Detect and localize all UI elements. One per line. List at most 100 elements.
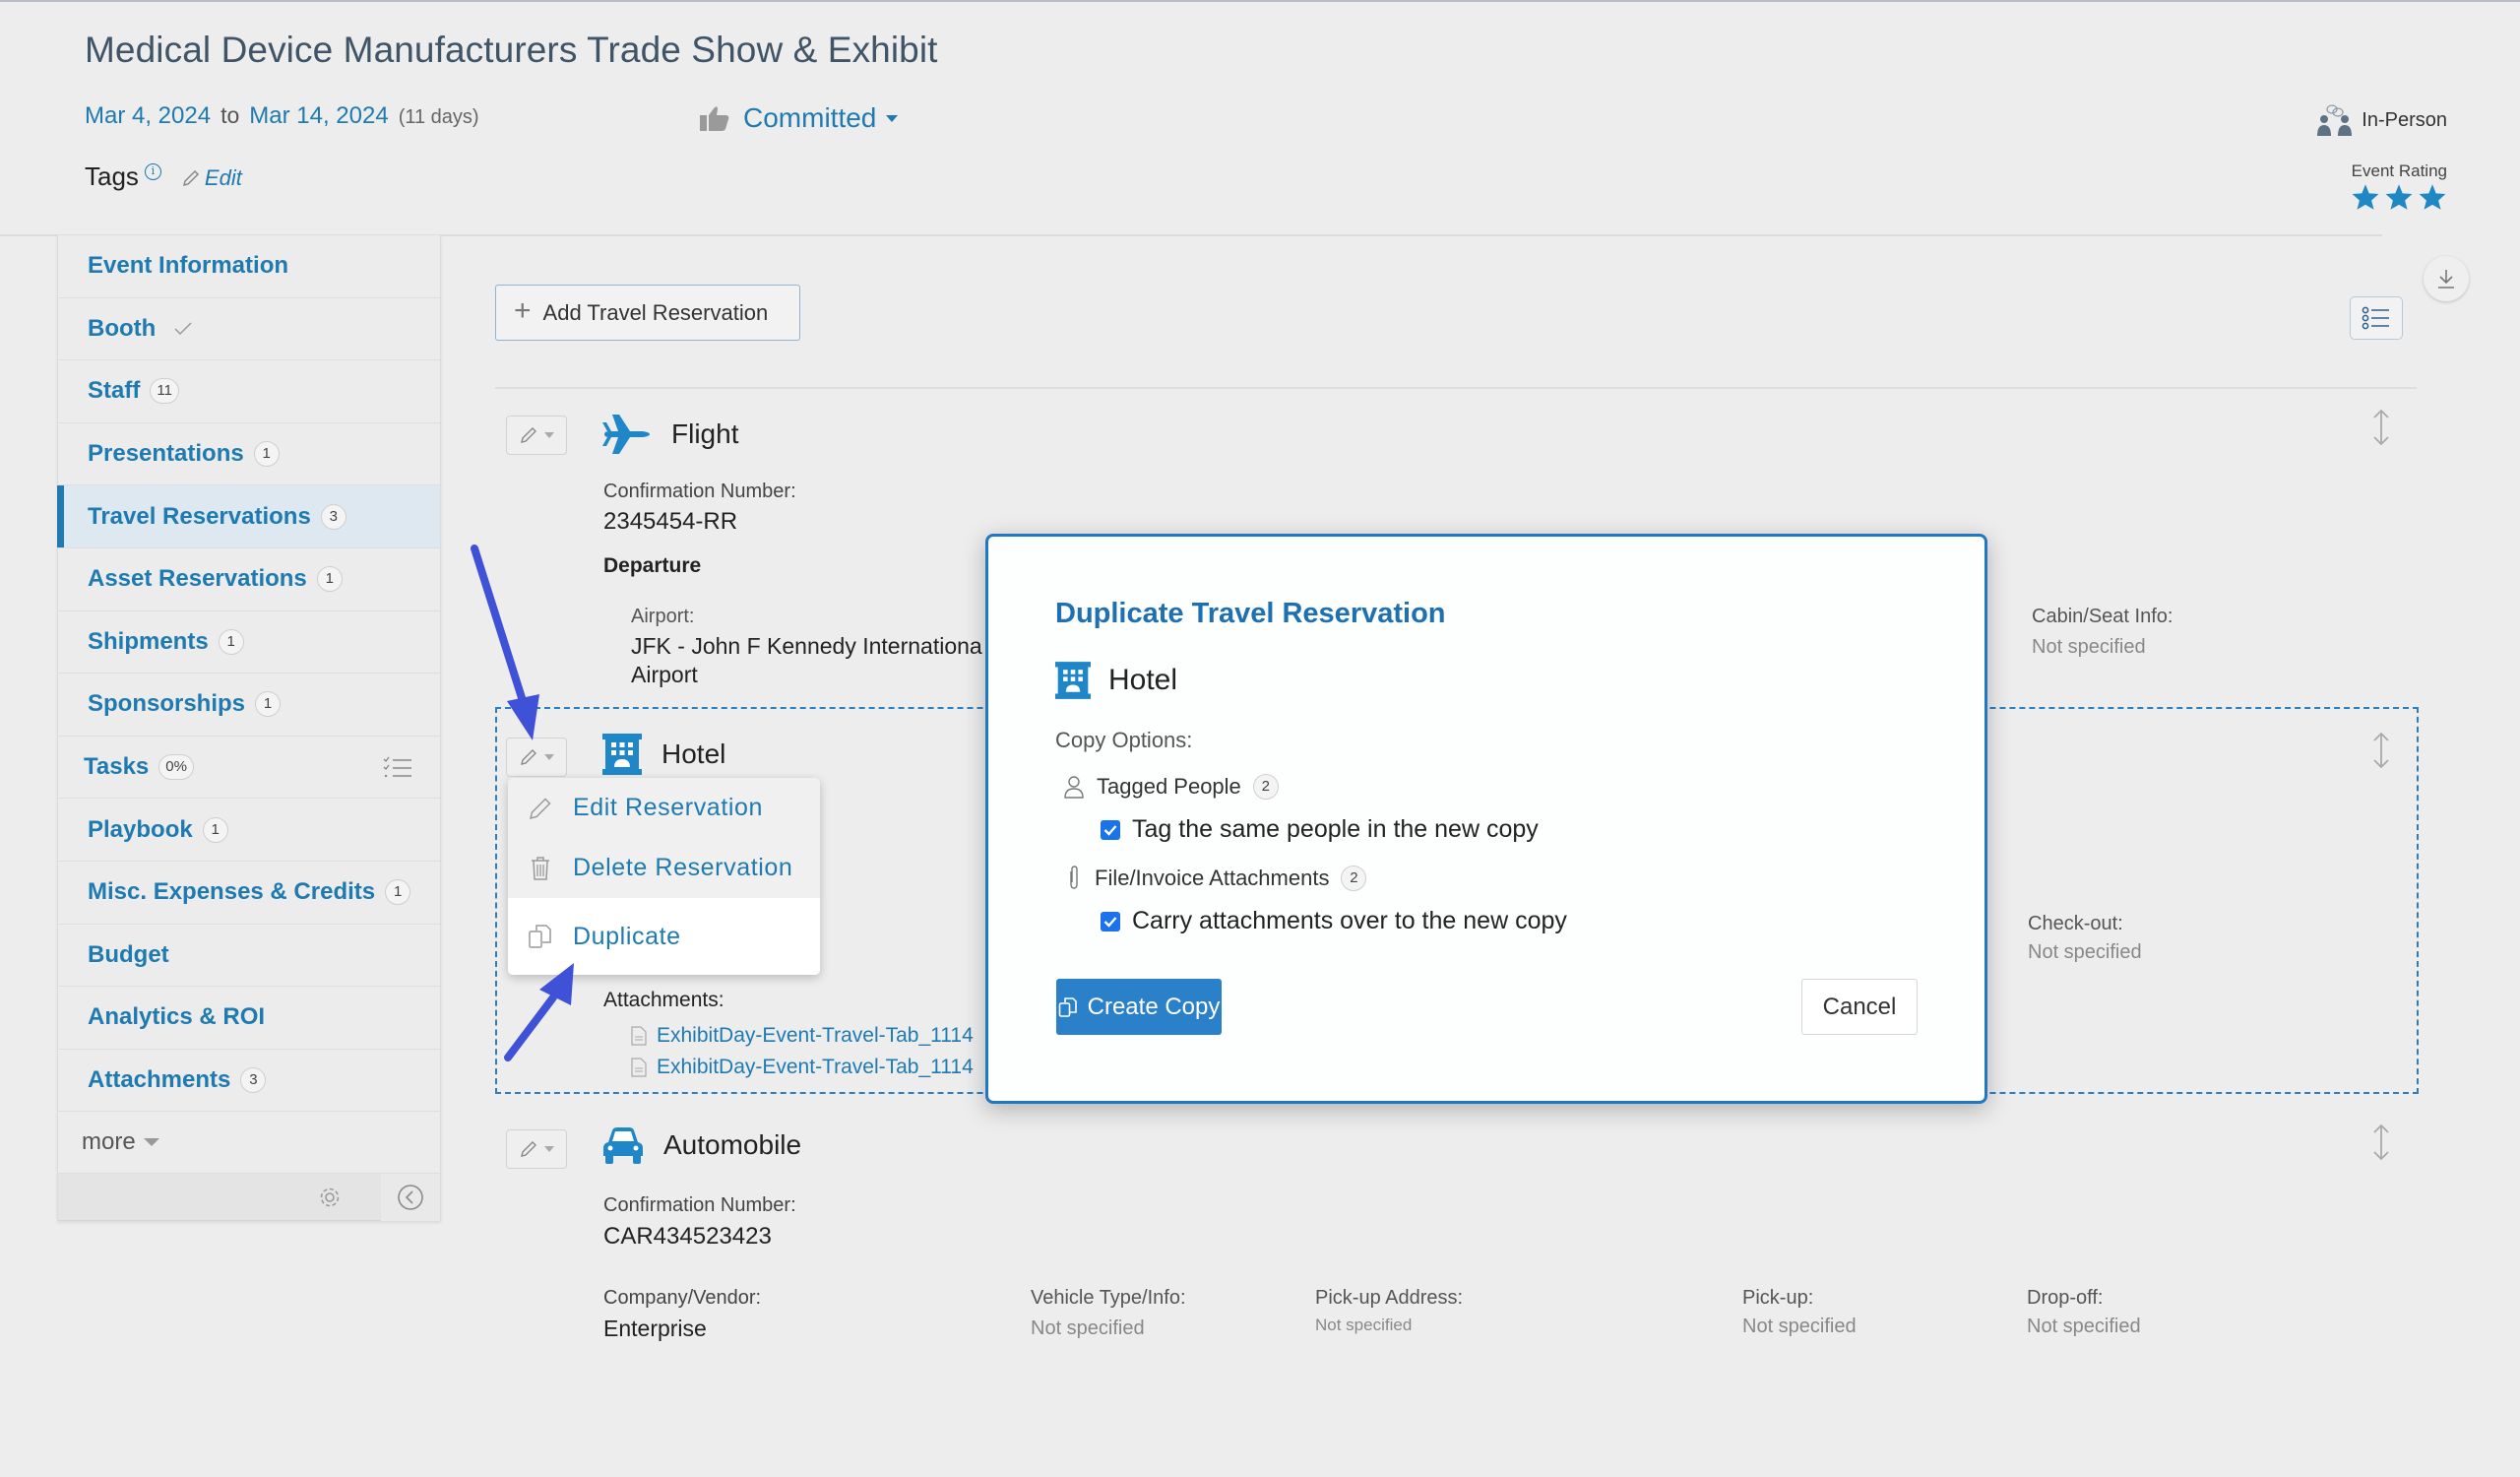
checkmark-icon — [1103, 824, 1117, 836]
attachment-link[interactable]: ExhibitDay-Event-Travel-Tab_1114 — [631, 1052, 974, 1083]
sidebar-item-tasks[interactable]: Tasks 0% — [58, 737, 440, 800]
airport-value-line2: Airport — [631, 662, 698, 687]
drag-sort-icon[interactable] — [2370, 731, 2392, 770]
hotel-icon — [1055, 662, 1091, 699]
menu-item-delete-reservation[interactable]: Delete Reservation — [508, 838, 820, 898]
menu-item-edit-reservation[interactable]: Edit Reservation — [508, 778, 820, 838]
sidebar-item-asset-reservations[interactable]: Asset Reservations 1 — [58, 548, 440, 611]
event-rating: Event Rating — [2351, 161, 2447, 211]
pencil-icon — [529, 797, 551, 819]
sidebar-more[interactable]: more — [58, 1112, 440, 1175]
drag-sort-icon[interactable] — [2370, 408, 2392, 447]
sidebar-item-attachments[interactable]: Attachments 3 — [58, 1050, 440, 1113]
end-date[interactable]: Mar 14, 2024 — [249, 102, 388, 130]
duration: (11 days) — [398, 106, 479, 128]
event-rating-label: Event Rating — [2351, 161, 2447, 180]
file-icon — [631, 1026, 647, 1046]
attachments-label: Attachments: — [603, 989, 724, 1011]
hotel-type-label: Hotel — [662, 738, 726, 769]
gear-icon[interactable] — [316, 1184, 344, 1211]
sidebar-item-badge: 3 — [240, 1067, 267, 1094]
attachment-link[interactable]: ExhibitDay-Event-Travel-Tab_1114 — [631, 1020, 974, 1052]
duplicate-reservation-modal: Duplicate Travel Reservation Hotel Copy … — [985, 534, 1987, 1104]
tags-edit-link[interactable]: Edit — [181, 165, 242, 191]
sidebar-item-analytics-roi[interactable]: Analytics & ROI — [58, 987, 440, 1050]
airport-label: Airport: — [631, 606, 695, 627]
menu-item-label: Delete Reservation — [573, 854, 793, 881]
collapse-sidebar-button[interactable] — [381, 1174, 440, 1222]
sidebar-item-staff[interactable]: Staff 11 — [58, 360, 440, 423]
more-label: more — [82, 1128, 136, 1156]
create-copy-button[interactable]: Create Copy — [1056, 979, 1222, 1035]
flight-edit-dropdown[interactable] — [506, 416, 567, 455]
tagged-people-option: Tagged People 2 — [1063, 774, 1279, 800]
sidebar-item-shipments[interactable]: Shipments 1 — [58, 611, 440, 674]
star-icon[interactable] — [2351, 183, 2380, 211]
info-icon[interactable]: i — [144, 163, 161, 180]
car-icon — [603, 1127, 643, 1164]
rating-stars[interactable] — [2351, 183, 2447, 211]
sidebar-item-sponsorships[interactable]: Sponsorships 1 — [58, 674, 440, 737]
carry-attachments-checkbox-row[interactable]: Carry attachments over to the new copy — [1101, 907, 1567, 935]
cabin-label: Cabin/Seat Info: — [2032, 606, 2174, 627]
thumbs-up-icon — [700, 106, 729, 131]
sidebar-item-presentations[interactable]: Presentations 1 — [58, 423, 440, 486]
cancel-button[interactable]: Cancel — [1801, 979, 1918, 1035]
file-icon — [631, 1058, 647, 1077]
start-date[interactable]: Mar 4, 2024 — [85, 102, 211, 130]
tag-people-checkbox-row[interactable]: Tag the same people in the new copy — [1101, 815, 1539, 844]
sidebar-item-badge: 1 — [385, 879, 411, 906]
departure-heading: Departure — [603, 554, 702, 577]
sidebar: Event Information Booth Staff 11 Presentatio… — [57, 234, 441, 1222]
list-view-button[interactable] — [2350, 296, 2403, 340]
drag-sort-icon[interactable] — [2370, 1123, 2392, 1162]
date-separator: to — [220, 102, 240, 128]
person-icon — [1064, 776, 1084, 799]
tags-row: Tags i Edit — [85, 161, 242, 192]
menu-item-duplicate[interactable]: Duplicate — [508, 898, 820, 975]
sidebar-item-misc-expenses-credits[interactable]: Misc. Expenses & Credits 1 — [58, 862, 440, 925]
dropoff-value: Not specified — [2027, 1316, 2141, 1337]
sidebar-item-label: Tasks — [84, 753, 150, 781]
sidebar-item-label: Sponsorships — [88, 690, 246, 718]
hotel-edit-dropdown[interactable] — [506, 738, 567, 777]
sidebar-item-playbook[interactable]: Playbook 1 — [58, 799, 440, 862]
modal-title: Duplicate Travel Reservation — [1055, 598, 1446, 629]
event-format: In-Person — [2316, 104, 2447, 136]
add-travel-reservation-button[interactable]: + Add Travel Reservation — [495, 285, 800, 341]
checkout-value: Not specified — [2028, 941, 2142, 963]
automobile-edit-dropdown[interactable] — [506, 1129, 567, 1169]
sidebar-item-booth[interactable]: Booth — [58, 298, 440, 361]
paperclip-icon — [1070, 866, 1078, 889]
menu-item-label: Duplicate — [573, 922, 681, 950]
download-button[interactable] — [2424, 256, 2469, 301]
sidebar-item-budget[interactable]: Budget — [58, 925, 440, 988]
list-icon — [2362, 306, 2389, 330]
top-border — [0, 0, 2520, 2]
hotel-icon — [602, 734, 642, 775]
sidebar-item-label: Asset Reservations — [88, 565, 307, 593]
flight-confirmation-value: 2345454-RR — [603, 508, 738, 535]
attachments-option: File/Invoice Attachments 2 — [1065, 866, 1367, 891]
vehicle-value: Not specified — [1031, 1317, 1145, 1339]
status-dropdown[interactable]: Committed — [700, 102, 899, 134]
chevron-left-circle-icon — [398, 1185, 423, 1211]
modal-type-label: Hotel — [1108, 664, 1178, 696]
sidebar-item-badge: 1 — [253, 441, 280, 468]
carry-attachments-checkbox-label: Carry attachments over to the new copy — [1132, 907, 1567, 934]
pencil-icon — [521, 749, 536, 765]
tag-people-checkbox[interactable] — [1101, 819, 1120, 840]
sidebar-item-label: Budget — [88, 940, 169, 968]
star-icon[interactable] — [2418, 183, 2447, 211]
pickup-label: Pick-up: — [1742, 1287, 1814, 1309]
sidebar-item-travel-reservations[interactable]: Travel Reservations 3 — [57, 485, 440, 548]
automobile-title: Automobile — [602, 1126, 801, 1164]
sidebar-item-event-information[interactable]: Event Information — [58, 235, 440, 298]
menu-item-label: Edit Reservation — [573, 794, 764, 821]
task-list-icon[interactable] — [383, 756, 412, 780]
caret-down-icon — [143, 1138, 159, 1147]
sidebar-item-label: Analytics & ROI — [88, 1003, 266, 1031]
star-icon[interactable] — [2384, 183, 2414, 211]
attachment-filename: ExhibitDay-Event-Travel-Tab_1114 — [657, 1024, 974, 1047]
carry-attachments-checkbox[interactable] — [1101, 911, 1120, 931]
